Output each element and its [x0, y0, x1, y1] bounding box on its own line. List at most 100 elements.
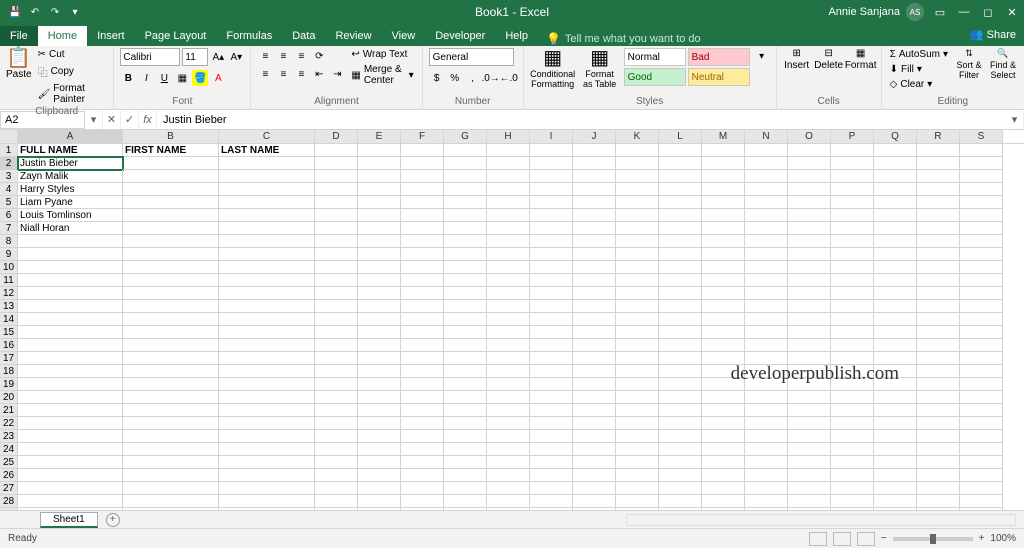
- cell-Q13[interactable]: [874, 300, 917, 313]
- cell-Q10[interactable]: [874, 261, 917, 274]
- cell-K13[interactable]: [616, 300, 659, 313]
- cell-B8[interactable]: [123, 235, 219, 248]
- font-color-button[interactable]: A: [210, 70, 226, 86]
- cell-M13[interactable]: [702, 300, 745, 313]
- row-header-27[interactable]: 27: [0, 482, 18, 495]
- cell-Q21[interactable]: [874, 404, 917, 417]
- cell-F11[interactable]: [401, 274, 444, 287]
- cell-R8[interactable]: [917, 235, 960, 248]
- cell-R21[interactable]: [917, 404, 960, 417]
- cell-P14[interactable]: [831, 313, 874, 326]
- cell-P20[interactable]: [831, 391, 874, 404]
- cell-J2[interactable]: [573, 157, 616, 170]
- cell-I6[interactable]: [530, 209, 573, 222]
- cell-C20[interactable]: [219, 391, 315, 404]
- cell-S15[interactable]: [960, 326, 1003, 339]
- cell-D9[interactable]: [315, 248, 358, 261]
- cell-I13[interactable]: [530, 300, 573, 313]
- tab-insert[interactable]: Insert: [87, 26, 135, 46]
- cond-format-button[interactable]: ▦ Conditional Formatting: [530, 48, 576, 89]
- cell-S12[interactable]: [960, 287, 1003, 300]
- cell-D16[interactable]: [315, 339, 358, 352]
- cell-D19[interactable]: [315, 378, 358, 391]
- row-header-7[interactable]: 7: [0, 222, 18, 235]
- sort-button[interactable]: ⇅Sort & Filter: [954, 48, 984, 80]
- cell-D11[interactable]: [315, 274, 358, 287]
- cell-Q26[interactable]: [874, 469, 917, 482]
- cell-N10[interactable]: [745, 261, 788, 274]
- cell-O10[interactable]: [788, 261, 831, 274]
- cell-D23[interactable]: [315, 430, 358, 443]
- cell-G11[interactable]: [444, 274, 487, 287]
- cell-F23[interactable]: [401, 430, 444, 443]
- cell-J13[interactable]: [573, 300, 616, 313]
- cell-F4[interactable]: [401, 183, 444, 196]
- cell-Q22[interactable]: [874, 417, 917, 430]
- cell-F5[interactable]: [401, 196, 444, 209]
- row-header-24[interactable]: 24: [0, 443, 18, 456]
- undo-icon[interactable]: ↶: [26, 3, 44, 21]
- cell-K9[interactable]: [616, 248, 659, 261]
- cell-J25[interactable]: [573, 456, 616, 469]
- cell-M21[interactable]: [702, 404, 745, 417]
- align-center-icon[interactable]: ≡: [275, 66, 291, 82]
- cell-L25[interactable]: [659, 456, 702, 469]
- cell-G22[interactable]: [444, 417, 487, 430]
- cell-K19[interactable]: [616, 378, 659, 391]
- find-button[interactable]: 🔍Find & Select: [988, 48, 1018, 80]
- cell-I23[interactable]: [530, 430, 573, 443]
- col-header-J[interactable]: J: [573, 130, 616, 143]
- cell-M23[interactable]: [702, 430, 745, 443]
- cell-E21[interactable]: [358, 404, 401, 417]
- horizontal-scrollbar[interactable]: [626, 514, 1016, 526]
- cell-P9[interactable]: [831, 248, 874, 261]
- cell-P5[interactable]: [831, 196, 874, 209]
- cell-P4[interactable]: [831, 183, 874, 196]
- cell-B17[interactable]: [123, 352, 219, 365]
- cell-B2[interactable]: [123, 157, 219, 170]
- cell-O4[interactable]: [788, 183, 831, 196]
- cell-F3[interactable]: [401, 170, 444, 183]
- cell-C5[interactable]: [219, 196, 315, 209]
- cell-M27[interactable]: [702, 482, 745, 495]
- cell-M24[interactable]: [702, 443, 745, 456]
- cell-G4[interactable]: [444, 183, 487, 196]
- cell-I20[interactable]: [530, 391, 573, 404]
- cell-F16[interactable]: [401, 339, 444, 352]
- cell-C17[interactable]: [219, 352, 315, 365]
- cell-R2[interactable]: [917, 157, 960, 170]
- cell-S6[interactable]: [960, 209, 1003, 222]
- col-header-A[interactable]: A: [18, 130, 123, 143]
- decrease-font-icon[interactable]: A▾: [228, 49, 244, 65]
- cell-I17[interactable]: [530, 352, 573, 365]
- cell-L4[interactable]: [659, 183, 702, 196]
- select-all-corner[interactable]: [0, 130, 18, 143]
- cell-N13[interactable]: [745, 300, 788, 313]
- cell-L15[interactable]: [659, 326, 702, 339]
- cell-N7[interactable]: [745, 222, 788, 235]
- row-header-19[interactable]: 19: [0, 378, 18, 391]
- wrap-button[interactable]: ↩Wrap Text: [349, 48, 415, 61]
- cell-P1[interactable]: [831, 144, 874, 157]
- zoom-in-icon[interactable]: +: [979, 533, 985, 544]
- cell-Q23[interactable]: [874, 430, 917, 443]
- cell-M11[interactable]: [702, 274, 745, 287]
- cell-N20[interactable]: [745, 391, 788, 404]
- cell-Q24[interactable]: [874, 443, 917, 456]
- cell-J10[interactable]: [573, 261, 616, 274]
- cell-B3[interactable]: [123, 170, 219, 183]
- cell-Q14[interactable]: [874, 313, 917, 326]
- cell-R18[interactable]: [917, 365, 960, 378]
- cell-L14[interactable]: [659, 313, 702, 326]
- cell-I4[interactable]: [530, 183, 573, 196]
- cell-O25[interactable]: [788, 456, 831, 469]
- cell-K1[interactable]: [616, 144, 659, 157]
- cell-G8[interactable]: [444, 235, 487, 248]
- cell-M4[interactable]: [702, 183, 745, 196]
- row-header-23[interactable]: 23: [0, 430, 18, 443]
- cell-B11[interactable]: [123, 274, 219, 287]
- cell-E8[interactable]: [358, 235, 401, 248]
- cell-A15[interactable]: [18, 326, 123, 339]
- cell-B25[interactable]: [123, 456, 219, 469]
- maximize-icon[interactable]: ◻: [976, 0, 1000, 24]
